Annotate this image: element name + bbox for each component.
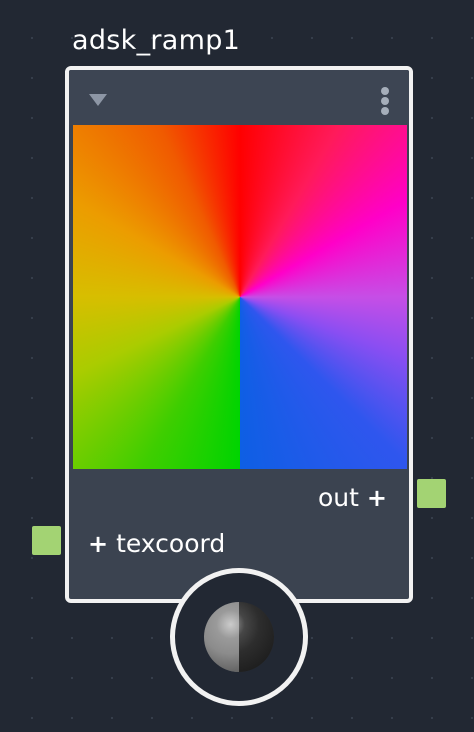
vertical-ellipsis-icon[interactable]: [377, 86, 393, 118]
input-port-texcoord: + texcoord: [88, 529, 225, 559]
add-input-icon[interactable]: +: [88, 530, 108, 558]
ramp-preview-swatch: [73, 125, 407, 469]
add-output-icon[interactable]: +: [367, 484, 387, 512]
output-port-label: out: [317, 483, 359, 512]
output-connector-out[interactable]: [417, 479, 446, 508]
shaded-sphere-icon: [204, 602, 274, 672]
input-connector-texcoord[interactable]: [32, 526, 61, 555]
ramp-node[interactable]: out + + texcoord: [65, 66, 413, 603]
material-preview-button[interactable]: [170, 568, 308, 706]
node-header: [69, 70, 409, 125]
node-title: adsk_ramp1: [72, 25, 241, 56]
triangle-down-icon[interactable]: [85, 88, 113, 112]
input-port-label: texcoord: [116, 529, 226, 558]
output-port-out: out +: [318, 483, 387, 513]
